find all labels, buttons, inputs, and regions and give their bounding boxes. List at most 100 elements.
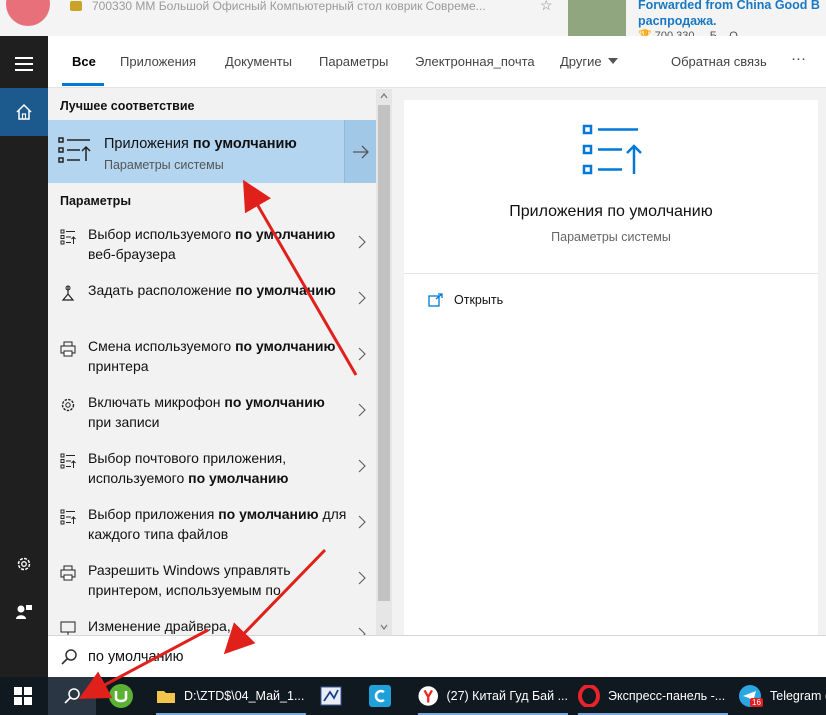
label-text: Выбор используемого [88,226,235,242]
gear-icon [60,397,76,413]
preview-pane: Приложения по умолчанию Параметры систем… [404,100,818,635]
hamburger-icon [15,57,33,71]
person-icon [16,605,32,619]
taskbar-opera[interactable]: Экспресс-панель -... [578,677,728,715]
start-rail [0,36,48,677]
label-match: по умолчанию [218,506,319,522]
open-action[interactable]: Открыть [428,293,503,307]
results-list: Лучшее соответствие Приложения по умолча… [48,89,392,635]
label-match: по умолчанию [235,282,336,298]
preview-header: Приложения по умолчанию Параметры систем… [404,100,818,274]
taskbar-telegram[interactable]: 16 Telegram ( [738,677,826,715]
tab-documents[interactable]: Документы [225,54,292,69]
label-text: Выбор приложения [88,506,219,522]
trophy-icon [70,1,82,11]
start-button[interactable] [14,677,32,715]
settings-result-label: Изменение драйвера, [88,616,348,635]
tab-settings[interactable]: Параметры [319,54,388,69]
tab-all[interactable]: Все [72,54,96,69]
ccleaner-icon [369,685,391,707]
printer-icon [60,341,76,357]
chevron-right-icon [358,347,366,366]
best-title-bold: по умолчанию [192,136,297,152]
window-app-icon [320,686,342,706]
open-label: Открыть [454,293,504,307]
settings-result-item[interactable]: Задать расположение по умолчанию [48,277,378,333]
forwarded-line[interactable]: Forwarded from China Good B [638,0,826,13]
opera-label: Экспресс-панель -... [608,689,726,703]
results-scrollbar[interactable] [376,89,392,635]
best-match-title: Приложения по умолчанию [104,136,297,152]
monitor-icon [60,621,76,635]
settings-result-label: Задать расположение по умолчанию [88,280,348,300]
taskbar-explorer[interactable]: D:\ZTD$\04_Май_1... [156,677,306,715]
taskbar-utorrent[interactable] [108,677,134,715]
tab-email[interactable]: Электронная_почта [415,54,535,69]
scroll-up-icon[interactable] [380,93,388,99]
tab-apps[interactable]: Приложения [120,54,196,69]
thumbnail-image [568,0,626,36]
avatar [6,0,50,26]
settings-result-label: Выбор приложения по умолчанию для каждог… [88,504,348,544]
yandex-browser-icon [418,686,439,706]
more-options-button[interactable]: ··· [791,50,806,67]
forwarded-line-2: распродажа. [638,14,717,28]
list-icon [60,229,76,245]
search-icon [61,649,77,665]
best-title-normal: Приложения [104,136,193,152]
chevron-right-icon [358,291,366,310]
list-icon [60,509,76,525]
best-match-item[interactable]: Приложения по умолчанию Параметры систем… [48,120,344,183]
label-text: Изменение драйвера, [88,618,231,634]
windows-logo-icon [14,687,32,705]
printer-icon [60,565,76,581]
settings-result-label: Включать микрофон по умолчанию при запис… [88,392,348,432]
search-box[interactable]: по умолчанию [48,635,826,677]
taskbar-search-button[interactable] [48,677,96,715]
scrollbar-thumb[interactable] [378,105,390,601]
settings-button[interactable] [0,540,48,588]
telegram-icon-wrap: 16 [738,684,763,708]
settings-result-item[interactable]: Включать микрофон по умолчанию при запис… [48,389,378,445]
search-icon [64,688,80,704]
active-tab-indicator [62,83,104,86]
settings-result-item[interactable]: Выбор используемого по умолчанию веб-бра… [48,221,378,277]
tab-other[interactable]: Другие [560,54,618,69]
label-text: Смена используемого [88,338,236,354]
taskbar-yandex[interactable]: (27) Китай Гуд Бай ... [418,677,568,715]
feedback-link[interactable]: Обратная связь [671,54,767,69]
settings-result-item[interactable]: Выбор приложения по умолчанию для каждог… [48,501,378,557]
settings-result-item[interactable]: Разрешить Windows управлять принтером, и… [48,557,378,613]
tab-other-label: Другие [560,54,602,69]
chevron-right-icon [358,235,366,254]
settings-result-label: Выбор используемого по умолчанию веб-бра… [88,224,348,264]
open-icon [428,293,443,307]
scroll-down-icon[interactable] [380,624,388,630]
chevron-right-icon [358,403,366,422]
taskbar-ccleaner[interactable] [368,677,392,715]
search-panel: Все Приложения Документы Параметры Элект… [48,36,826,677]
search-input[interactable]: по умолчанию [88,649,184,665]
star-icon[interactable]: ☆ [540,0,553,14]
label-match: по умолчанию [188,470,289,486]
settings-result-item[interactable]: Изменение драйвера, [48,613,378,635]
settings-result-item[interactable]: Выбор почтового приложения, используемог… [48,445,378,501]
label-match: по умолчанию [235,226,336,242]
open-preview-button[interactable] [344,120,376,183]
chevron-right-icon [358,515,366,534]
settings-result-item[interactable]: Смена используемого по умолчанию принтер… [48,333,378,389]
product-title[interactable]: 700330 ММ Большой Офисный Компьютерный с… [92,0,532,13]
settings-header: Параметры [60,194,131,208]
hamburger-menu-button[interactable] [0,40,48,88]
yandex-label: (27) Китай Гуд Бай ... [446,689,568,703]
home-button[interactable] [0,88,48,136]
taskbar-app[interactable] [320,677,342,715]
telegram-label: Telegram ( [770,689,826,703]
default-apps-icon [58,137,91,163]
settings-result-label: Смена используемого по умолчанию принтер… [88,336,348,376]
search-tabs: Все Приложения Документы Параметры Элект… [48,36,826,88]
label-text: веб-браузера [88,246,176,262]
label-match: по умолчанию [224,394,325,410]
chevron-right-icon [358,627,366,635]
user-feedback-button[interactable] [0,588,48,636]
